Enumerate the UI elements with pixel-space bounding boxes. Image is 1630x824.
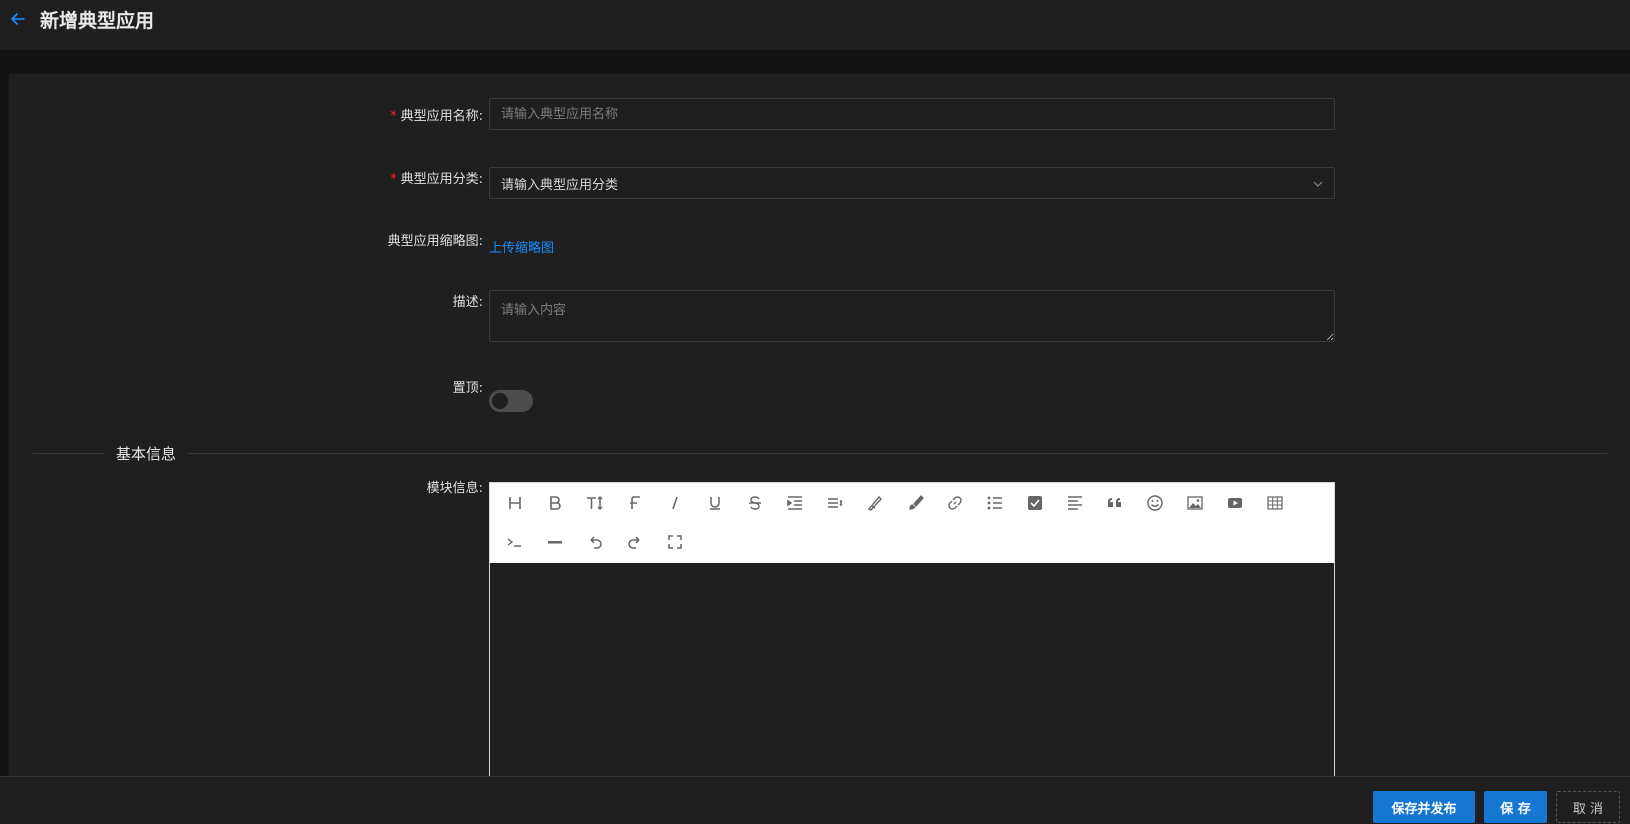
toggle-knob [492,393,508,409]
pin-toggle[interactable] [489,390,533,412]
justify-icon[interactable] [1062,490,1088,516]
rich-text-editor [489,482,1335,776]
line-height-icon[interactable] [822,490,848,516]
heading-icon[interactable] [502,490,528,516]
section-title: 基本信息 [116,445,177,463]
link-icon[interactable] [942,490,968,516]
form-container: *典型应用名称: *典型应用分类: 请输入典型应用分类 典型应用缩略图: 上传缩… [9,74,1630,776]
cancel-button[interactable]: 取 消 [1556,791,1620,823]
fullscreen-icon[interactable] [662,529,688,555]
italic-icon[interactable] [662,490,688,516]
save-button[interactable]: 保 存 [1484,791,1547,823]
module-info-label: 模块信息: [426,481,483,496]
save-and-publish-button[interactable]: 保存并发布 [1373,791,1475,823]
name-label: * 典型应用名称: [390,109,483,124]
editor-toolbar [490,483,1334,563]
header-bar: 新增典型应用 [0,0,1630,50]
category-label: * 典型应用分类: [390,172,483,187]
pin-label: 置顶: [452,381,483,396]
description-textarea[interactable] [489,290,1335,342]
chevron-down-icon [1313,181,1323,187]
todo-icon[interactable] [1022,490,1048,516]
undo-icon[interactable] [582,529,608,555]
font-size-icon[interactable] [582,490,608,516]
page-title: 新增典型应用 [40,10,155,32]
image-icon[interactable] [1182,490,1208,516]
name-input[interactable] [489,98,1335,130]
font-icon[interactable] [622,490,648,516]
back-arrow-icon[interactable] [8,9,28,29]
editor-content-area[interactable] [490,563,1334,776]
underline-icon[interactable] [702,490,728,516]
indent-icon[interactable] [782,490,808,516]
bold-icon[interactable] [542,490,568,516]
bullet-list-icon[interactable] [982,490,1008,516]
quote-icon[interactable] [1102,490,1128,516]
category-select-value: 请输入典型应用分类 [501,177,619,193]
required-mark: * [390,109,397,124]
upload-thumbnail-link[interactable]: 上传缩略图 [489,237,554,256]
section-divider-right [187,453,1607,454]
redo-icon[interactable] [622,529,648,555]
background-color-icon[interactable] [902,490,928,516]
required-mark: * [390,172,397,187]
video-icon[interactable] [1222,490,1248,516]
section-divider-left [33,453,105,454]
footer-bar: 保存并发布 保 存 取 消 [0,776,1630,824]
category-select[interactable]: 请输入典型应用分类 [489,167,1335,199]
emoticon-icon[interactable] [1142,490,1168,516]
fore-color-icon[interactable] [862,490,888,516]
thumbnail-label: 典型应用缩略图: [387,234,483,249]
code-icon[interactable] [502,529,528,555]
description-label: 描述: [452,295,483,310]
table-icon[interactable] [1262,490,1288,516]
divider-icon[interactable] [542,529,568,555]
strikethrough-icon[interactable] [742,490,768,516]
